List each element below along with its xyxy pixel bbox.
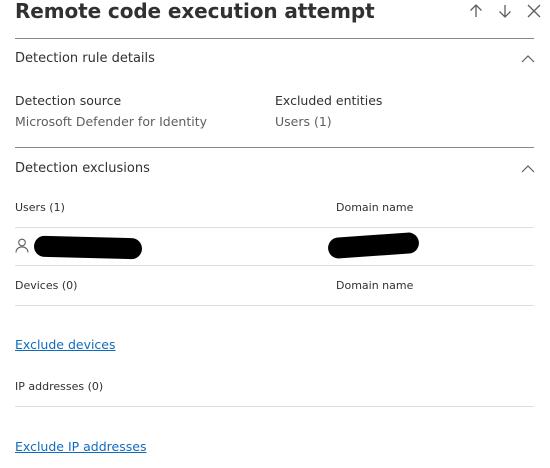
section-title-detection-rule-details: Detection rule details	[15, 51, 155, 66]
arrow-up-icon[interactable]	[465, 0, 487, 22]
panel-title: Remote code execution attempt	[15, 0, 375, 23]
table-row[interactable]	[15, 228, 534, 265]
exclude-ip-addresses-link[interactable]: Exclude IP addresses	[15, 439, 146, 454]
exclude-devices-link[interactable]: Exclude devices	[15, 337, 116, 352]
redacted-user-name	[33, 235, 143, 260]
chevron-up-icon[interactable]	[520, 161, 536, 177]
section-title-detection-exclusions: Detection exclusions	[15, 161, 150, 176]
section-divider	[15, 147, 534, 148]
section-divider	[15, 38, 534, 39]
redacted-domain-name	[327, 231, 420, 260]
close-icon[interactable]	[523, 0, 545, 22]
users-column-header: Users (1)	[15, 201, 65, 214]
excluded-entities-label: Excluded entities	[275, 93, 383, 108]
devices-domain-column-header: Domain name	[336, 279, 414, 292]
chevron-up-icon[interactable]	[520, 51, 536, 67]
excluded-entities-value: Users (1)	[275, 114, 332, 129]
detection-source-value: Microsoft Defender for Identity	[15, 114, 207, 129]
ip-addresses-column-header: IP addresses (0)	[15, 380, 104, 393]
detection-source-label: Detection source	[15, 93, 122, 108]
devices-column-header: Devices (0)	[15, 279, 78, 292]
arrow-down-icon[interactable]	[494, 0, 516, 22]
person-icon	[15, 238, 29, 253]
users-domain-column-header: Domain name	[336, 201, 414, 214]
